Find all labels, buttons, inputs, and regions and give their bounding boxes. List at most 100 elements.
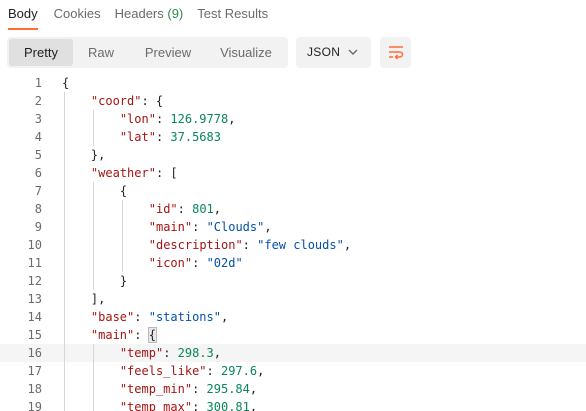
indent-guide [92, 398, 94, 411]
indent-guide [64, 380, 65, 398]
view-visualize-button[interactable]: Visualize [207, 39, 285, 66]
code-text: "temp_max": 300.81, [120, 398, 257, 411]
json-punctuation: , [264, 220, 272, 234]
indent-guide [92, 236, 94, 254]
code-line: 4 "lat": 37.5683 [0, 128, 586, 146]
line-number: 19 [27, 400, 42, 411]
json-key: "feels_like" [119, 364, 207, 378]
json-punctuation: : [ [155, 166, 178, 180]
tab-headers-label: Headers [114, 6, 164, 21]
json-punctuation: { [62, 76, 70, 90]
json-punctuation: : [134, 328, 149, 342]
json-punctuation: }, [90, 148, 106, 162]
json-punctuation: , [213, 202, 222, 216]
view-raw-button[interactable]: Raw [73, 39, 129, 66]
indent-guide [64, 398, 65, 411]
json-punctuation: : [177, 202, 193, 216]
line-number: 12 [27, 274, 42, 288]
code-text: "feels_like": 297.6, [120, 362, 265, 380]
wrap-lines-button[interactable] [380, 37, 411, 68]
code-line: 17 "feels_like": 297.6, [0, 362, 586, 380]
tab-test-results[interactable]: Test Results [197, 0, 268, 30]
headers-count-badge: (9) [167, 6, 184, 21]
line-number: 13 [27, 292, 42, 306]
indent-guide [64, 110, 65, 128]
json-string: "02d" [206, 256, 243, 270]
code-line: 18 "temp_min": 295.84, [0, 380, 586, 398]
json-number: 300.81 [206, 400, 250, 411]
tab-body[interactable]: Body [8, 0, 38, 30]
indent-guide [64, 146, 65, 164]
code-text: "base": "stations", [91, 308, 228, 326]
code-text: { [62, 74, 69, 92]
code-line: 5}, [0, 146, 586, 164]
code-text: "icon": "02d" [149, 254, 243, 272]
line-number: 3 [34, 112, 42, 126]
body-view-toolbar: Pretty Raw Preview Visualize JSON [0, 37, 586, 69]
code-text: { [120, 182, 127, 200]
indent-guide [64, 92, 65, 110]
indent-guide [121, 218, 123, 236]
code-line: 14 "base": "stations", [0, 308, 586, 326]
indent-guide [64, 290, 65, 308]
view-mode-segmented-control: Pretty Raw Preview Visualize [7, 37, 288, 68]
json-key: "main" [90, 328, 135, 342]
json-key: "temp_max" [119, 400, 193, 411]
code-text: "lat": 37.5683 [120, 128, 221, 146]
line-number: 10 [27, 238, 42, 252]
line-number: 11 [27, 256, 42, 270]
indent-guide [64, 362, 65, 380]
line-number: 9 [34, 220, 42, 234]
code-line: 8 "id": 801, [0, 200, 586, 218]
json-punctuation: , [249, 382, 258, 396]
json-number: 37.5683 [170, 130, 221, 144]
json-key: "description" [148, 238, 243, 252]
code-text: "coord": { [91, 92, 163, 110]
view-pretty-button[interactable]: Pretty [9, 39, 73, 66]
indent-guide [64, 236, 65, 254]
code-text: "lon": 126.9778, [120, 110, 236, 128]
code-line: 3 "lon": 126.9778, [0, 110, 586, 128]
code-text: "weather": [ [91, 164, 178, 182]
indent-guide [92, 182, 94, 200]
json-punctuation: : [134, 310, 149, 324]
line-number: 16 [27, 346, 42, 360]
json-key: "temp_min" [119, 382, 193, 396]
tab-body-label: Body [8, 6, 38, 21]
json-punctuation: : [192, 400, 207, 411]
json-punctuation: , [343, 238, 352, 252]
json-punctuation: : [163, 346, 178, 360]
json-number: 295.84 [206, 382, 250, 396]
view-preview-button[interactable]: Preview [129, 39, 207, 66]
indent-guide [121, 254, 123, 272]
indent-guide [92, 200, 94, 218]
json-string: "stations" [148, 310, 221, 324]
code-line: 2 "coord": { [0, 92, 586, 110]
json-response-viewer[interactable]: 1{2 "coord": {3 "lon": 126.9778, 4 "lat": 37… [0, 74, 586, 411]
indent-guide [64, 164, 65, 182]
code-text: "description": "few clouds", [149, 236, 351, 254]
json-punctuation: { [147, 327, 157, 343]
wrap-lines-icon [389, 46, 404, 60]
indent-guide [64, 182, 65, 200]
json-number: 298.3 [177, 346, 214, 360]
json-punctuation: , [228, 112, 236, 126]
code-line: 15 "main": { [0, 326, 586, 344]
line-number: 14 [27, 310, 42, 324]
json-punctuation: , [257, 364, 265, 378]
tab-test-results-label: Test Results [197, 6, 269, 21]
tab-cookies[interactable]: Cookies [54, 0, 101, 30]
indent-guide [64, 344, 65, 362]
indent-guide [92, 380, 94, 398]
line-number: 5 [34, 148, 42, 162]
line-number: 18 [27, 382, 42, 396]
tab-headers[interactable]: Headers (9) [115, 0, 184, 30]
json-key: "lon" [119, 112, 156, 126]
code-line: 6 "weather": [ [0, 164, 586, 182]
indent-guide [92, 128, 94, 146]
code-line: 13], [0, 290, 586, 308]
code-text: "temp_min": 295.84, [120, 380, 257, 398]
json-punctuation: , [213, 346, 221, 360]
format-select[interactable]: JSON [296, 37, 371, 68]
json-key: "id" [148, 202, 178, 216]
